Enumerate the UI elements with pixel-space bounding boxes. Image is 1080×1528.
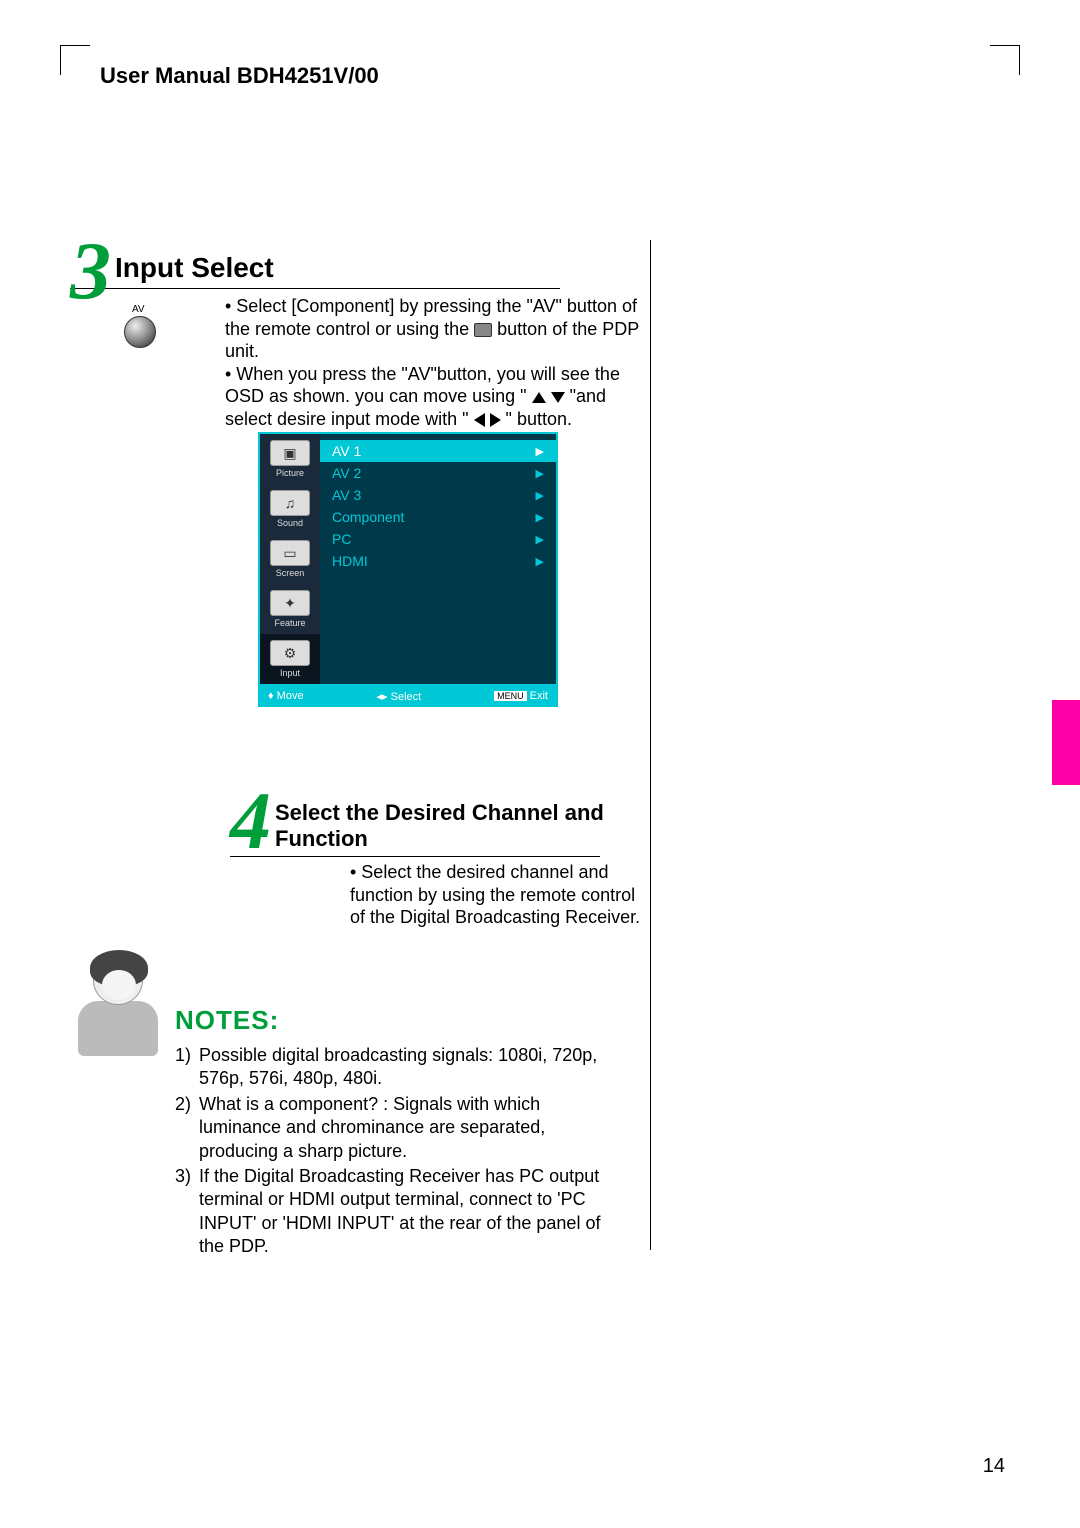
av-button-label: AV (132, 304, 145, 315)
sound-icon: ♫ (270, 490, 310, 516)
osd-side-picture: ▣ Picture (260, 434, 320, 484)
page-number: 14 (983, 1455, 1005, 1478)
crop-mark-tr (990, 45, 1020, 75)
vertical-divider (650, 240, 651, 1250)
osd-side-label-0: Picture (262, 468, 318, 478)
osd-item-label: AV 2 (332, 465, 361, 481)
osd-sidebar: ▣ Picture ♫ Sound ▭ Screen ✦ Feature ⚙ (260, 434, 320, 684)
right-arrow-icon (490, 413, 501, 427)
feature-icon: ✦ (270, 590, 310, 616)
osd-item-arrow-icon: ▶ (536, 467, 544, 480)
note-item-2: 2)What is a component? : Signals with wh… (175, 1093, 625, 1163)
osd-item-av1: AV 1 ▶ (320, 440, 556, 462)
notes-section: NOTES: 1)Possible digital broadcasting s… (70, 965, 625, 1261)
notes-illustration (70, 955, 165, 1070)
section-4-body: • Select the desired channel and functio… (350, 861, 650, 929)
osd-item-hdmi: HDMI ▶ (320, 550, 556, 572)
osd-item-label: AV 1 (332, 443, 361, 459)
note-text: What is a component? : Signals with whic… (199, 1093, 625, 1163)
notes-title: NOTES: (175, 1005, 625, 1036)
osd-side-label-4: Input (262, 668, 318, 678)
menu-badge: MENU (494, 691, 527, 701)
notes-list: 1)Possible digital broadcasting signals:… (175, 1044, 625, 1259)
osd-item-arrow-icon: ▶ (536, 511, 544, 524)
osd-side-label-2: Screen (262, 568, 318, 578)
osd-item-label: AV 3 (332, 487, 361, 503)
osd-footer-move: ♦ Move (268, 690, 304, 703)
av-button-icon (124, 316, 156, 348)
section-4-title: Select the Desired Channel and Function (230, 788, 650, 852)
osd-side-feature: ✦ Feature (260, 584, 320, 634)
up-arrow-icon (532, 392, 546, 403)
osd-input-list: AV 1 ▶ AV 2 ▶ AV 3 ▶ Component ▶ PC ▶ HDMI ▶ (320, 434, 556, 684)
step-number-3: 3 (70, 238, 111, 304)
crop-mark-tl (60, 45, 90, 75)
osd-side-input: ⚙ Input (260, 634, 320, 684)
osd-footer: ♦ Move ◂▸ Select MENUExit (258, 686, 558, 707)
osd-item-av2: AV 2 ▶ (320, 462, 556, 484)
osd-side-sound: ♫ Sound (260, 484, 320, 534)
osd-item-arrow-icon: ▶ (536, 555, 544, 568)
note-num: 1) (175, 1044, 199, 1091)
section-4: 4 Select the Desired Channel and Functio… (230, 788, 650, 929)
osd-item-arrow-icon: ▶ (536, 445, 544, 458)
osd-side-label-1: Sound (262, 518, 318, 528)
side-tab (1052, 700, 1080, 785)
note-text: Possible digital broadcasting signals: 1… (199, 1044, 625, 1091)
note-num: 2) (175, 1093, 199, 1163)
osd-item-label: PC (332, 531, 351, 547)
note-item-3: 3)If the Digital Broadcasting Receiver h… (175, 1165, 625, 1259)
step-number-4: 4 (230, 788, 271, 854)
osd-item-arrow-icon: ▶ (536, 489, 544, 502)
page: User Manual BDH4251V/00 3 Input Select A… (0, 0, 1080, 1528)
input-icon: ⚙ (270, 640, 310, 666)
osd-menu: ▣ Picture ♫ Sound ▭ Screen ✦ Feature ⚙ (258, 432, 558, 707)
header-title: User Manual BDH4251V/00 (100, 63, 379, 89)
osd-item-label: HDMI (332, 553, 368, 569)
section-3: 3 Input Select AV • Select [Component] b… (70, 238, 650, 430)
osd-item-label: Component (332, 509, 404, 525)
down-arrow-icon (551, 392, 565, 403)
osd-item-pc: PC ▶ (320, 528, 556, 550)
osd-item-component: Component ▶ (320, 506, 556, 528)
osd-footer-exit: MENUExit (494, 690, 548, 703)
screen-icon: ▭ (270, 540, 310, 566)
osd-footer-select: ◂▸ Select (377, 690, 422, 703)
bullet-2c: " button. (506, 409, 572, 429)
section-3-rule (70, 288, 560, 289)
osd-main: ▣ Picture ♫ Sound ▭ Screen ✦ Feature ⚙ (258, 432, 558, 686)
note-item-1: 1)Possible digital broadcasting signals:… (175, 1044, 625, 1091)
osd-item-av3: AV 3 ▶ (320, 484, 556, 506)
section-3-body: • Select [Component] by pressing the "AV… (225, 295, 650, 430)
osd-side-label-3: Feature (262, 618, 318, 628)
pdp-button-icon (474, 323, 492, 337)
picture-icon: ▣ (270, 440, 310, 466)
osd-item-arrow-icon: ▶ (536, 533, 544, 546)
left-arrow-icon (474, 413, 485, 427)
section-3-title: Input Select (70, 238, 650, 284)
note-num: 3) (175, 1165, 199, 1259)
note-text: If the Digital Broadcasting Receiver has… (199, 1165, 625, 1259)
section-4-rule (230, 856, 600, 857)
osd-side-screen: ▭ Screen (260, 534, 320, 584)
